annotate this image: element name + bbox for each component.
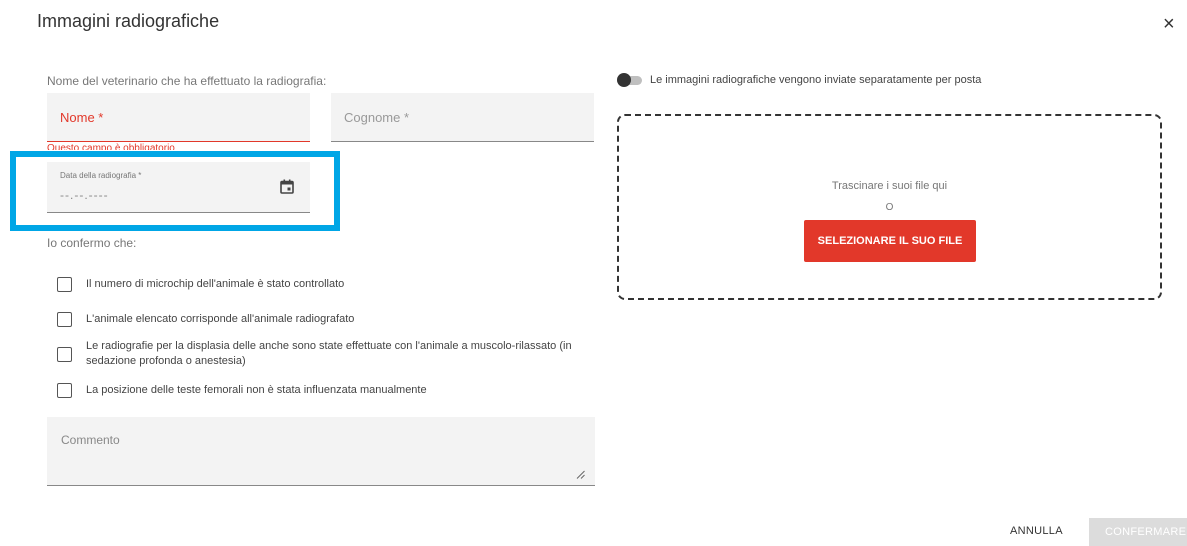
- calendar-icon[interactable]: [280, 179, 294, 194]
- cancel-button[interactable]: ANNULLA: [1010, 525, 1063, 537]
- check-label: La posizione delle teste femorali non è …: [86, 384, 427, 396]
- last-name-placeholder: Cognome *: [344, 110, 410, 125]
- toggle-knob: [617, 73, 631, 87]
- check-row-animal-match[interactable]: L'animale elencato corrisponde all'anima…: [57, 312, 354, 327]
- checkbox-animal-match[interactable]: [57, 312, 72, 327]
- mail-toggle-row[interactable]: Le immagini radiografiche vengono inviat…: [617, 73, 981, 87]
- dropzone-drag-text: Trascinare i suoi file qui: [831, 180, 948, 192]
- check-label: Le radiografie per la displasia delle an…: [86, 340, 572, 367]
- check-label: Il numero di microchip dell'animale è st…: [86, 278, 345, 290]
- confirm-section-label: Io confermo che:: [47, 236, 137, 250]
- checkbox-microchip[interactable]: [57, 277, 72, 292]
- first-name-error: Questo campo è obbligatorio: [47, 143, 175, 150]
- resize-grip-icon[interactable]: [576, 470, 585, 479]
- last-name-field[interactable]: Cognome *: [331, 93, 594, 142]
- date-label: Data della radiografia *: [60, 171, 142, 180]
- vet-section-label: Nome del veterinario che ha effettuato l…: [47, 74, 327, 88]
- comment-textarea[interactable]: Commento: [47, 417, 595, 486]
- check-label: L'animale elencato corrisponde all'anima…: [86, 313, 355, 325]
- checkbox-sedation[interactable]: [57, 346, 72, 362]
- check-row-femoral[interactable]: La posizione delle teste femorali non è …: [57, 383, 427, 398]
- dropzone-or-text: O: [885, 202, 894, 213]
- checkbox-femoral[interactable]: [57, 383, 72, 398]
- check-row-sedation[interactable]: Le radiografie per la displasia delle an…: [57, 339, 586, 369]
- select-file-button[interactable]: SELEZIONARE IL SUO FILE: [804, 220, 976, 262]
- check-row-microchip[interactable]: Il numero di microchip dell'animale è st…: [57, 277, 344, 292]
- comment-placeholder: Commento: [61, 433, 120, 447]
- mail-toggle-label: Le immagini radiografiche vengono inviat…: [650, 74, 982, 86]
- confirm-button[interactable]: CONFERMARE: [1089, 518, 1187, 546]
- file-dropzone[interactable]: Trascinare i suoi file qui O SELEZIONARE…: [617, 114, 1162, 300]
- close-icon[interactable]: ×: [1163, 14, 1175, 34]
- date-value: --.--.----: [60, 188, 109, 202]
- mail-toggle[interactable]: [617, 73, 642, 87]
- first-name-placeholder: Nome *: [60, 110, 104, 125]
- date-field[interactable]: Data della radiografia * --.--.----: [47, 162, 310, 213]
- dialog-title: Immagini radiografiche: [37, 11, 220, 31]
- first-name-field[interactable]: Nome *: [47, 93, 310, 142]
